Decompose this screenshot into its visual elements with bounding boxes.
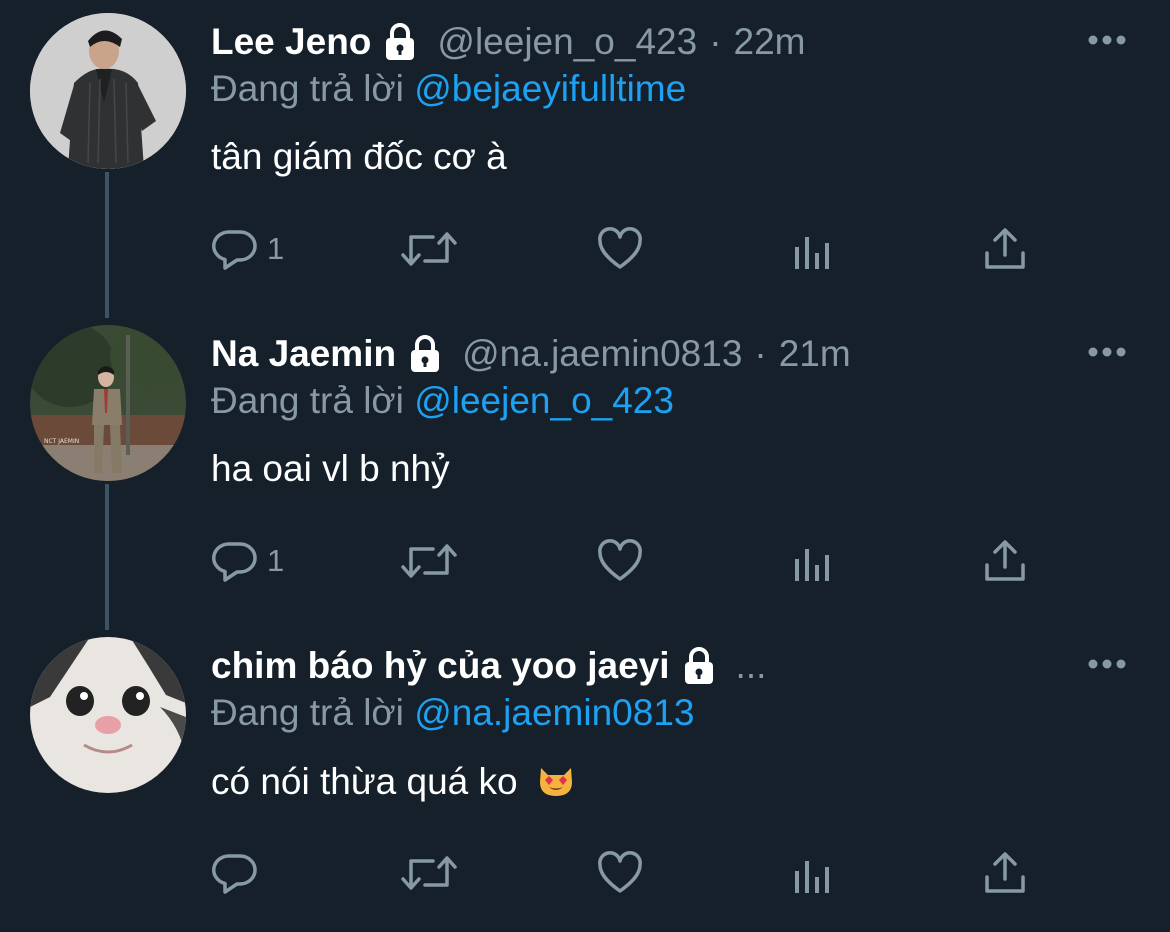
reply-button[interactable]: 1 <box>211 222 284 276</box>
share-icon <box>981 225 1029 273</box>
reply-button[interactable]: 1 <box>211 534 284 588</box>
lock-icon <box>676 643 722 689</box>
avatar-image <box>30 13 186 169</box>
display-name[interactable]: chim báo hỷ của yoo jaeyi <box>211 645 670 687</box>
avatar[interactable] <box>30 13 186 169</box>
replying-to: Đang trả lời @na.jaemin0813 <box>211 692 695 734</box>
tweet-header: Lee Jeno @leejen_o_423 · 22m <box>211 16 806 68</box>
reply-button[interactable] <box>211 846 267 900</box>
tweet-text: có nói thừa quá ko <box>211 761 518 802</box>
share-button[interactable] <box>981 846 1029 900</box>
replying-to: Đang trả lời @leejen_o_423 <box>211 380 674 422</box>
lock-icon <box>402 331 448 377</box>
analytics-button[interactable] <box>789 222 837 276</box>
tweet[interactable]: chim báo hỷ của yoo jaeyi ... Đang trả l… <box>0 624 1170 932</box>
analytics-button[interactable] <box>789 534 837 588</box>
mention-link[interactable]: @bejaeyifulltime <box>414 68 686 109</box>
retweet-button[interactable] <box>399 846 459 900</box>
retweet-button[interactable] <box>399 222 459 276</box>
conversation-thread: Lee Jeno @leejen_o_423 · 22m Đang trả lờ… <box>0 0 1170 932</box>
like-icon <box>596 849 644 897</box>
retweet-icon <box>399 849 459 897</box>
mention-link[interactable]: @na.jaemin0813 <box>414 692 694 733</box>
avatar[interactable]: NCT JAEMIN <box>30 325 186 481</box>
lock-icon <box>377 19 423 65</box>
action-bar: 1 <box>211 222 1041 276</box>
display-name[interactable]: Lee Jeno <box>211 21 371 63</box>
share-button[interactable] <box>981 534 1029 588</box>
tweet-header: chim báo hỷ của yoo jaeyi ... <box>211 640 766 692</box>
heart-eyes-cat-emoji <box>536 760 576 800</box>
display-name[interactable]: Na Jaemin <box>211 333 396 375</box>
more-icon[interactable] <box>1086 654 1128 674</box>
replying-to: Đang trả lời @bejaeyifulltime <box>211 68 686 110</box>
tweet-text: ha oai vl b nhỷ <box>211 448 450 489</box>
avatar-image <box>30 637 186 793</box>
share-button[interactable] <box>981 222 1029 276</box>
reply-icon <box>211 849 259 897</box>
retweet-icon <box>399 225 459 273</box>
retweet-button[interactable] <box>399 534 459 588</box>
analytics-icon <box>789 849 837 897</box>
action-bar <box>211 846 1041 900</box>
tweet[interactable]: Lee Jeno @leejen_o_423 · 22m Đang trả lờ… <box>0 0 1170 312</box>
user-handle[interactable]: @leejen_o_423 <box>437 21 697 63</box>
tweet-header: Na Jaemin @na.jaemin0813 · 21m <box>211 328 851 380</box>
like-button[interactable] <box>596 846 644 900</box>
more-icon[interactable] <box>1086 342 1128 362</box>
reply-icon <box>211 225 259 273</box>
share-icon <box>981 537 1029 585</box>
like-button[interactable] <box>596 222 644 276</box>
separator-dot: · <box>754 333 767 374</box>
tweet[interactable]: NCT JAEMIN Na Jaemin @na.jaemin0813 · 21… <box>0 312 1170 624</box>
user-handle[interactable]: @na.jaemin0813 <box>462 333 742 375</box>
avatar[interactable] <box>30 637 186 793</box>
reply-count: 1 <box>267 543 285 578</box>
retweet-icon <box>399 537 459 585</box>
timestamp[interactable]: 21m <box>779 333 851 375</box>
truncation-ellipsis: ... <box>735 645 767 686</box>
replying-label: Đang trả lời <box>211 692 404 733</box>
more-icon[interactable] <box>1086 30 1128 50</box>
mention-link[interactable]: @leejen_o_423 <box>414 380 674 421</box>
analytics-button[interactable] <box>789 846 837 900</box>
like-icon <box>596 225 644 273</box>
replying-label: Đang trả lời <box>211 68 404 109</box>
replying-label: Đang trả lời <box>211 380 404 421</box>
tweet-text-container: có nói thừa quá ko <box>211 760 576 803</box>
separator-dot: · <box>709 21 722 62</box>
action-bar: 1 <box>211 534 1041 588</box>
analytics-icon <box>789 225 837 273</box>
share-icon <box>981 849 1029 897</box>
tweet-text: tân giám đốc cơ à <box>211 136 507 177</box>
avatar-image: NCT JAEMIN <box>30 325 186 481</box>
timestamp[interactable]: 22m <box>734 21 806 63</box>
like-button[interactable] <box>596 534 644 588</box>
like-icon <box>596 537 644 585</box>
analytics-icon <box>789 537 837 585</box>
svg-text:NCT JAEMIN: NCT JAEMIN <box>44 438 79 445</box>
reply-count: 1 <box>267 231 285 266</box>
reply-icon <box>211 537 259 585</box>
